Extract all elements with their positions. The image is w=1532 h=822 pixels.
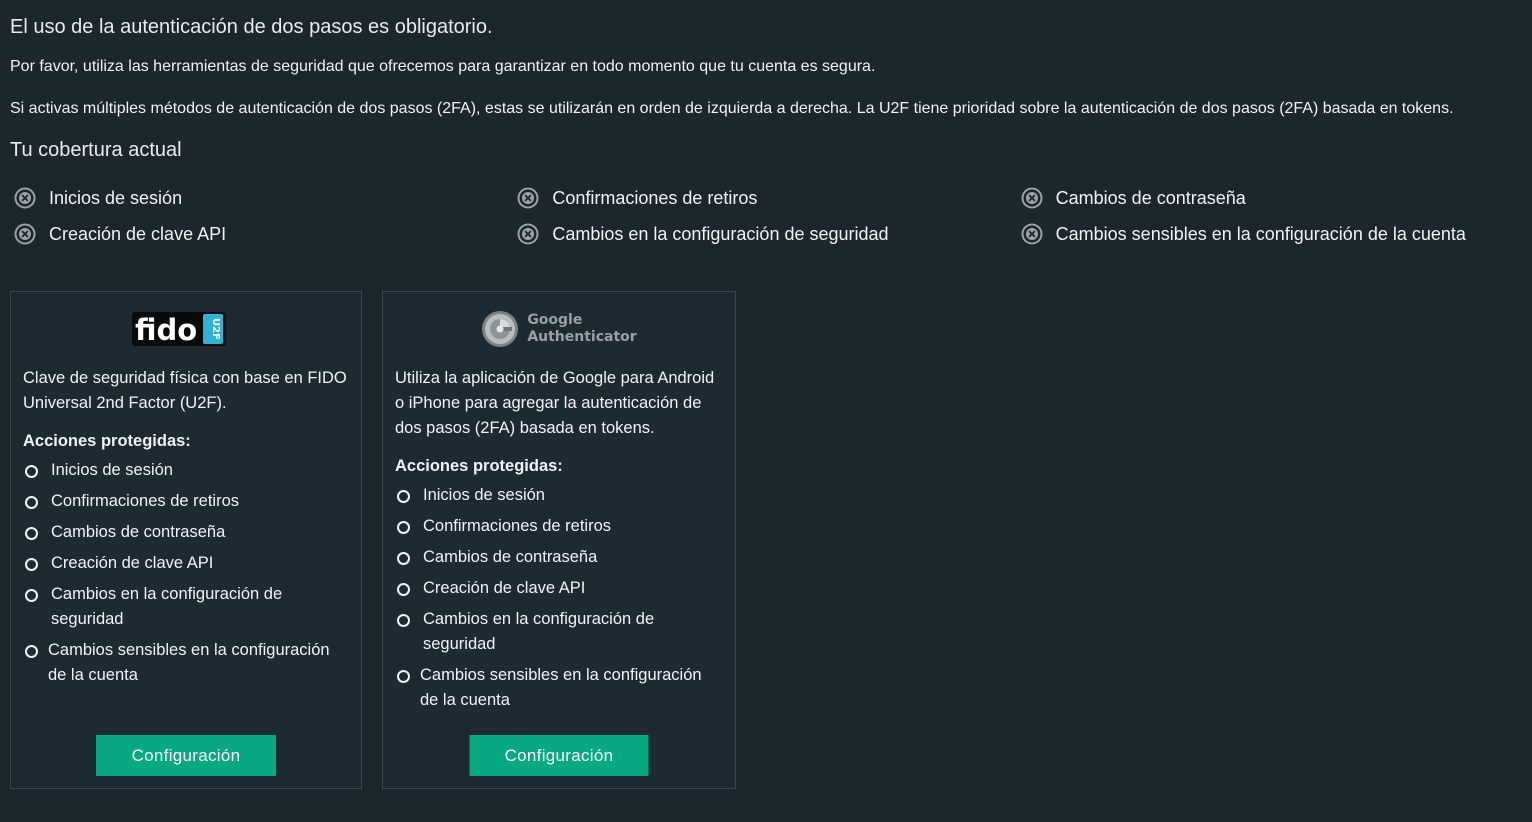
u2f-card: fido U2F Clave de seguridad física con b…	[10, 291, 362, 789]
ga-configure-button[interactable]: Configuración	[469, 735, 649, 776]
coverage-item-password: Cambios de contraseña	[1021, 187, 1524, 209]
circle-icon	[25, 589, 38, 602]
x-circle-icon	[1021, 187, 1043, 209]
u2f-configure-button[interactable]: Configuración	[96, 735, 276, 776]
protected-actions-label: Acciones protegidas:	[395, 457, 563, 475]
coverage-item-label: Cambios de contraseña	[1055, 187, 1246, 208]
coverage-item-withdrawals: Confirmaciones de retiros	[517, 187, 1020, 209]
google-authenticator-card: Google Authenticator Utiliza la aplicaci…	[382, 291, 736, 789]
coverage-item-api-key: Creación de clave API	[14, 223, 517, 245]
coverage-item-label: Cambios sensibles en la configuración de…	[1055, 223, 1466, 244]
list-item: Cambios en la configuración de seguridad	[25, 582, 349, 632]
x-circle-icon	[1021, 223, 1043, 245]
circle-icon	[25, 527, 38, 540]
protected-actions-list: Inicios de sesión Confirmaciones de reti…	[11, 458, 361, 688]
page-title: El uso de la autenticación de dos pasos …	[10, 16, 493, 38]
info-paragraph: Por favor, utiliza las herramientas de s…	[10, 58, 876, 75]
list-item: Cambios de contraseña	[25, 520, 349, 545]
priority-paragraph: Si activas múltiples métodos de autentic…	[10, 100, 1454, 117]
u2f-badge-text: U2F	[210, 318, 221, 340]
list-item: Inicios de sesión	[397, 483, 723, 508]
list-item: Cambios de contraseña	[397, 545, 723, 570]
google-authenticator-logo: Google Authenticator	[383, 292, 735, 366]
list-item: Cambios sensibles en la configuración de…	[397, 663, 723, 713]
fido-logo-icon: fido U2F	[132, 312, 226, 347]
u2f-description: Clave de seguridad física con base en FI…	[23, 369, 347, 412]
coverage-row: Creación de clave API Cambios en la conf…	[14, 216, 1524, 252]
circle-icon	[25, 558, 38, 571]
fido-u2f-logo: fido U2F	[11, 292, 361, 366]
list-item: Inicios de sesión	[25, 458, 349, 483]
coverage-row: Inicios de sesión Confirmaciones de reti…	[14, 180, 1524, 216]
list-item: Creación de clave API	[25, 551, 349, 576]
google-authenticator-wordmark: Google Authenticator	[527, 312, 637, 345]
circle-icon	[397, 521, 410, 534]
coverage-item-label: Cambios en la configuración de seguridad	[552, 223, 889, 244]
coverage-item-logins: Inicios de sesión	[14, 187, 517, 209]
x-circle-icon	[14, 223, 36, 245]
list-item: Confirmaciones de retiros	[397, 514, 723, 539]
list-item: Creación de clave API	[397, 576, 723, 601]
circle-icon	[397, 614, 410, 627]
circle-icon	[397, 670, 410, 683]
x-circle-icon	[14, 187, 36, 209]
coverage-grid: Inicios de sesión Confirmaciones de reti…	[14, 180, 1524, 252]
protected-actions-label: Acciones protegidas:	[23, 432, 191, 450]
coverage-title: Tu cobertura actual	[10, 139, 182, 161]
circle-icon	[397, 583, 410, 596]
protected-actions-list: Inicios de sesión Confirmaciones de reti…	[383, 483, 735, 713]
coverage-item-label: Confirmaciones de retiros	[552, 187, 758, 208]
coverage-item-account-settings: Cambios sensibles en la configuración de…	[1021, 223, 1524, 245]
list-item: Cambios sensibles en la configuración de…	[25, 638, 349, 688]
circle-icon	[25, 465, 38, 478]
circle-icon	[397, 490, 410, 503]
x-circle-icon	[517, 187, 539, 209]
ga-description: Utiliza la aplicación de Google para And…	[395, 369, 715, 437]
list-item: Confirmaciones de retiros	[25, 489, 349, 514]
coverage-item-security-settings: Cambios en la configuración de seguridad	[517, 223, 1020, 245]
fido-logo-text: fido	[135, 313, 197, 347]
circle-icon	[25, 645, 38, 658]
coverage-item-label: Creación de clave API	[49, 223, 227, 244]
x-circle-icon	[517, 223, 539, 245]
list-item: Cambios en la configuración de seguridad	[397, 607, 723, 657]
google-authenticator-icon	[482, 311, 519, 347]
coverage-item-label: Inicios de sesión	[49, 187, 183, 208]
circle-icon	[397, 552, 410, 565]
circle-icon	[25, 496, 38, 509]
